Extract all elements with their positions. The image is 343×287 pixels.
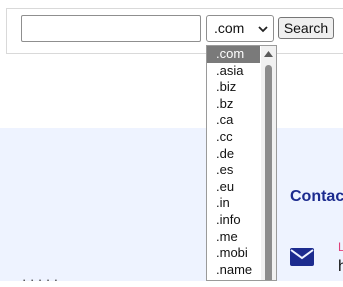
tld-option[interactable]: .in <box>207 195 260 212</box>
tld-option[interactable]: .com <box>207 46 260 63</box>
contact-heading: Contac <box>290 188 343 205</box>
tld-option[interactable]: .eu <box>207 179 260 196</box>
cut-off-text: · · · · · <box>22 272 59 287</box>
tld-option[interactable]: .de <box>207 146 260 163</box>
tld-select-value: .com <box>214 20 245 36</box>
tld-option[interactable]: .bz <box>207 96 260 113</box>
envelope-icon <box>290 248 314 266</box>
tld-option[interactable]: .mobi <box>207 245 260 262</box>
tld-option[interactable]: .name <box>207 262 260 279</box>
contact-email-value: h <box>338 258 343 275</box>
domain-search-input[interactable] <box>21 15 201 42</box>
tld-option[interactable]: .info <box>207 212 260 229</box>
search-button[interactable]: Search <box>278 17 334 39</box>
tld-select[interactable]: .com <box>206 15 274 42</box>
tld-option[interactable]: .asia <box>207 63 260 80</box>
tld-option[interactable]: .biz <box>207 79 260 96</box>
contact-email-label: L <box>338 240 343 254</box>
chevron-down-icon <box>258 26 268 33</box>
tld-option[interactable]: .cc <box>207 129 260 146</box>
tld-dropdown-list[interactable]: .com .asia .biz .bz .ca .cc .de .es .eu .in .info.… <box>206 45 277 281</box>
scroll-up-arrow-icon[interactable] <box>264 51 273 57</box>
tld-option[interactable]: .ca <box>207 112 260 129</box>
tld-option[interactable]: .me <box>207 229 260 246</box>
scroll-thumb[interactable] <box>265 65 272 280</box>
dropdown-scrollbar[interactable] <box>261 46 276 280</box>
tld-option[interactable]: .es <box>207 162 260 179</box>
